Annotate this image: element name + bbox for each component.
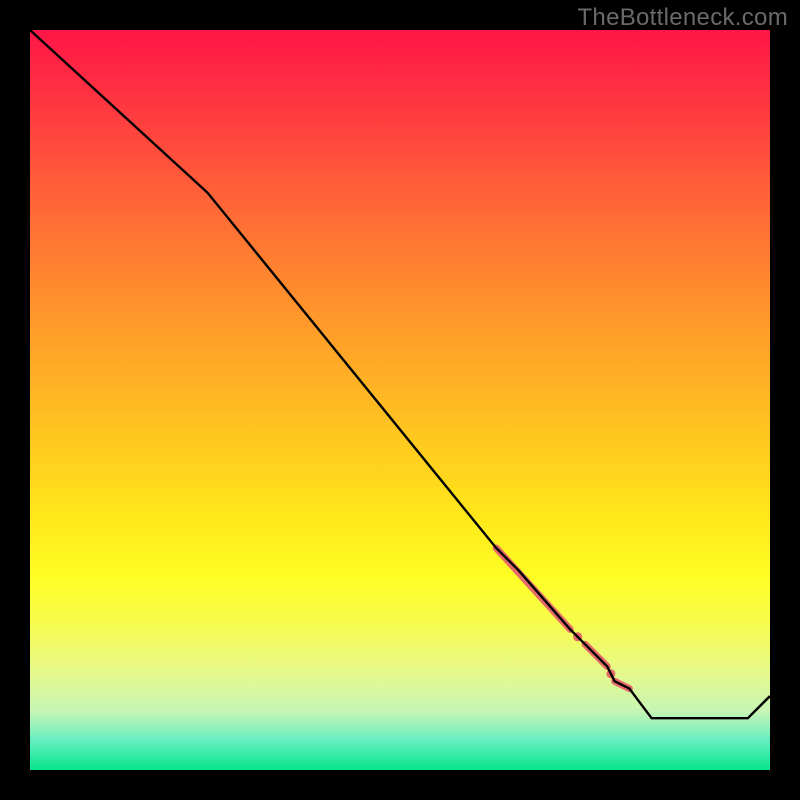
chart-area (30, 30, 770, 770)
watermark-text: TheBottleneck.com (577, 4, 788, 32)
chart-svg (30, 30, 770, 770)
main-curve (30, 30, 770, 718)
